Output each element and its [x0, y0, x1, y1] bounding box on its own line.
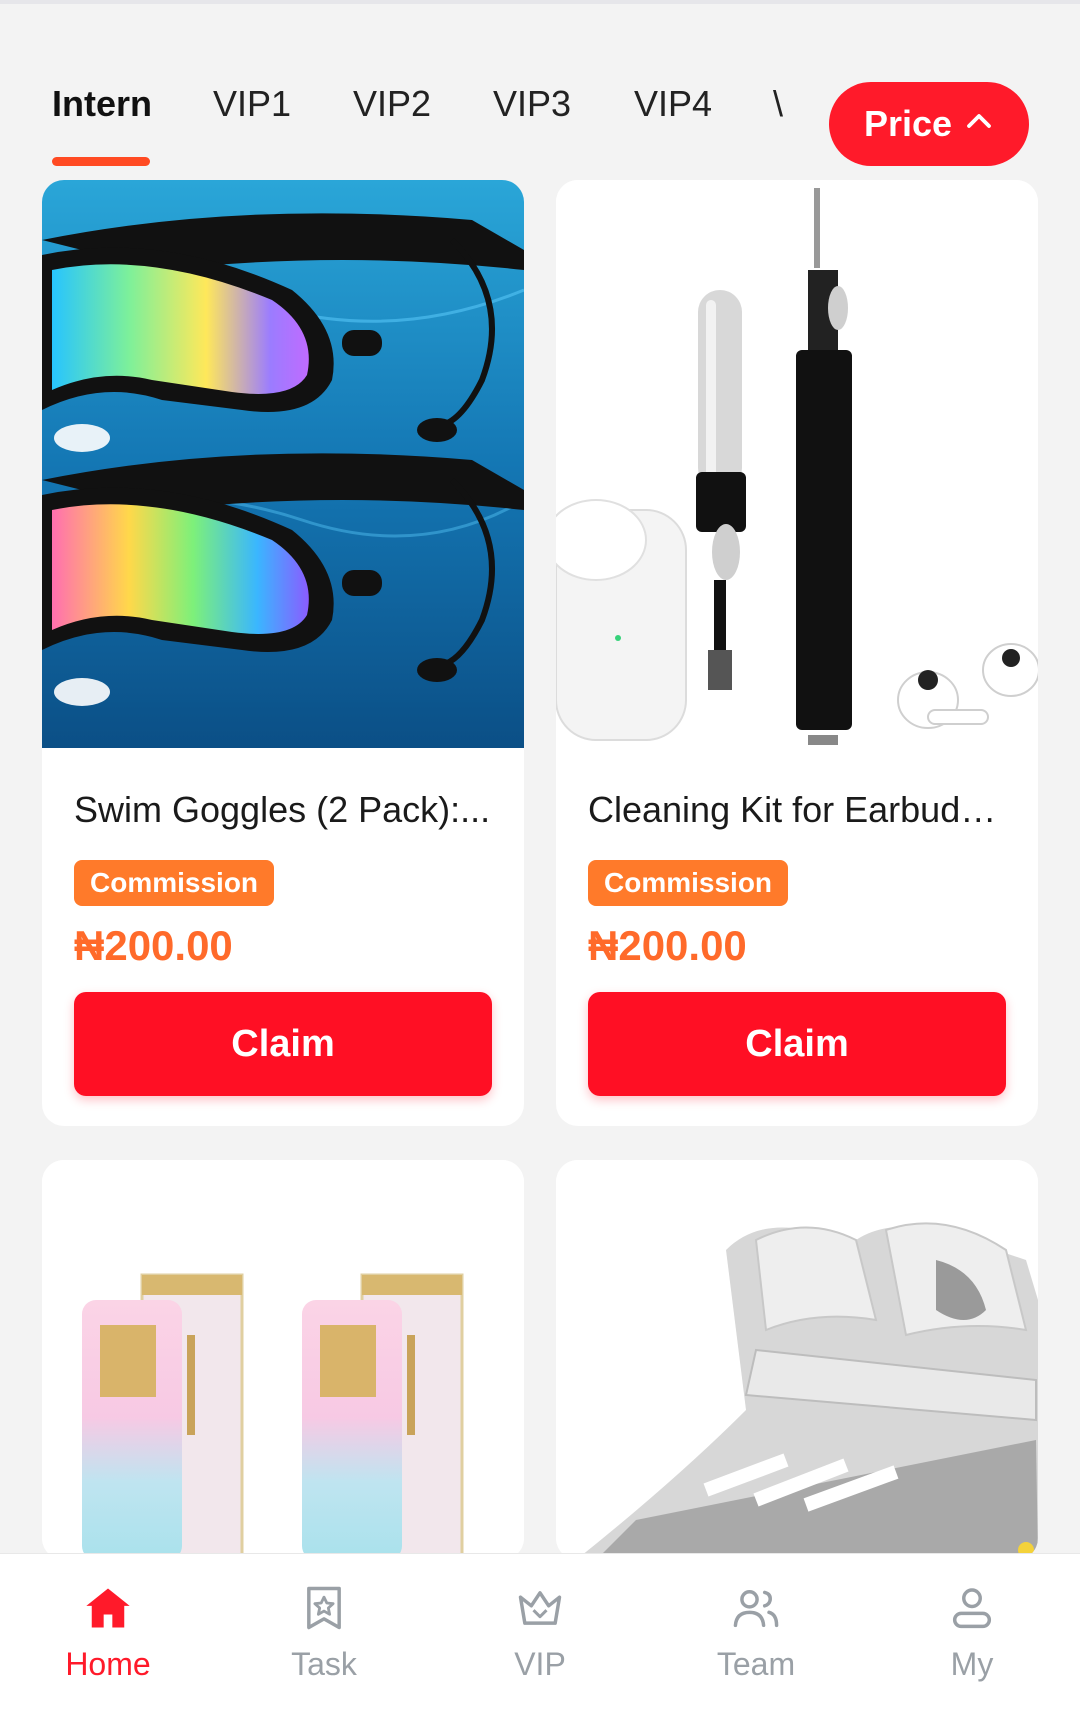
- nav-team[interactable]: Team: [648, 1554, 864, 1712]
- product-price: ₦200.00: [74, 922, 233, 969]
- price-sort-label: Price: [863, 103, 953, 144]
- product-title[interactable]: Cleaning Kit for Earbuds...: [588, 788, 1008, 832]
- product-title[interactable]: Swim Goggles (2 Pack):...: [74, 788, 494, 832]
- product-price: ₦200.00: [588, 922, 747, 969]
- user-icon: [946, 1582, 998, 1634]
- product-image-goggles[interactable]: [42, 180, 524, 748]
- tab-partial[interactable]: \: [773, 84, 783, 124]
- bookmark-star-icon: [298, 1582, 350, 1634]
- nav-my-label: My: [950, 1646, 994, 1682]
- active-tab-indicator: [52, 157, 150, 166]
- nav-task-label: Task: [291, 1646, 357, 1682]
- chevron-up-icon: [964, 103, 994, 145]
- price-sort-button[interactable]: Price: [829, 82, 1029, 166]
- bottom-navigation: Home Task VIP Team My: [0, 1553, 1080, 1712]
- tab-vip1[interactable]: VIP1: [213, 84, 291, 124]
- commission-badge: Commission: [588, 860, 789, 906]
- nav-home[interactable]: Home: [0, 1554, 216, 1712]
- product-card: [556, 1160, 1038, 1560]
- commission-badge: Commission: [74, 860, 275, 906]
- nav-team-label: Team: [716, 1646, 796, 1682]
- tab-vip3[interactable]: VIP3: [493, 84, 571, 124]
- nav-vip[interactable]: VIP: [432, 1554, 648, 1712]
- product-image-sneakers[interactable]: [556, 1160, 1038, 1560]
- home-icon: [82, 1582, 134, 1634]
- product-image-cream[interactable]: [42, 1160, 524, 1560]
- claim-button[interactable]: Claim: [74, 992, 492, 1096]
- team-icon: [730, 1582, 782, 1634]
- claim-button[interactable]: Claim: [588, 992, 1006, 1096]
- nav-vip-label: VIP: [514, 1646, 566, 1682]
- crown-icon: [514, 1582, 566, 1634]
- product-card: Cleaning Kit for Earbuds... Commission ₦…: [556, 180, 1038, 1126]
- product-card: Swim Goggles (2 Pack):... Commission ₦20…: [42, 180, 524, 1126]
- tab-vip4[interactable]: VIP4: [634, 84, 712, 124]
- level-tabs: Intern VIP1 VIP2 VIP3 VIP4 \ Price: [0, 40, 1080, 170]
- nav-my[interactable]: My: [864, 1554, 1080, 1712]
- top-divider: [0, 0, 1080, 4]
- tab-intern[interactable]: Intern: [52, 84, 152, 124]
- tab-vip2[interactable]: VIP2: [353, 84, 431, 124]
- nav-task[interactable]: Task: [216, 1554, 432, 1712]
- product-image-cleaning-kit[interactable]: [556, 180, 1038, 748]
- product-card: [42, 1160, 524, 1560]
- nav-home-label: Home: [65, 1646, 151, 1682]
